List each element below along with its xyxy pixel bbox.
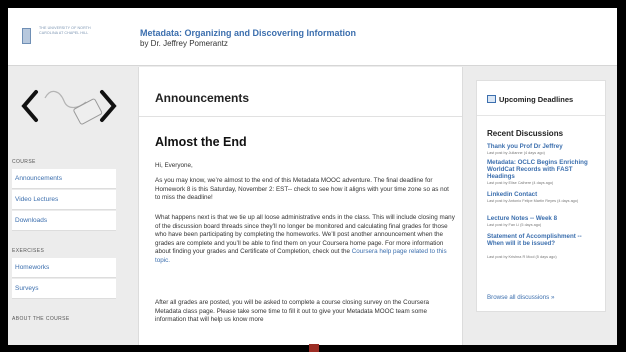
announcement-title: Almost the End: [155, 135, 247, 149]
calendar-icon: [487, 95, 496, 103]
course-header: The University of North Carolina at Chap…: [8, 8, 617, 66]
announcement-paragraph-1: As you may know, we’re almost to the end…: [155, 177, 449, 202]
sidebar-item-homeworks[interactable]: Homeworks: [12, 258, 116, 278]
browse-all-discussions-link[interactable]: Browse all discussions »: [487, 294, 554, 301]
discussion-meta: Last post by Elise Calhere (4 days ago): [487, 181, 554, 185]
discussion-meta: Last post by Antonio Felipe Martin Reyes…: [487, 199, 579, 203]
instructor-name: by Dr. Jeffrey Pomerantz: [140, 39, 228, 48]
course-title-link[interactable]: Metadata: Organizing and Discovering Inf…: [140, 28, 356, 38]
exercises-nav-heading: EXERCISES: [12, 248, 45, 254]
luggage-tag-icon: [73, 98, 103, 125]
sidebar-item-downloads[interactable]: Downloads: [12, 211, 116, 231]
coursera-course-page: The University of North Carolina at Chap…: [8, 8, 617, 345]
sidebar-item-surveys[interactable]: Surveys: [12, 279, 116, 299]
discussion-meta: Last post by Julianne (4 days ago): [487, 151, 545, 155]
right-angle-bracket-icon: [100, 90, 117, 122]
upcoming-deadlines-title: Upcoming Deadlines: [499, 95, 574, 104]
page-title: Announcements: [155, 91, 250, 105]
bottom-marker: [309, 344, 319, 352]
discussion-link-linkedin[interactable]: Linkedin Contact: [487, 191, 597, 198]
discussion-link-lecture-notes[interactable]: Lecture Notes -- Week 8: [487, 215, 597, 222]
announcements-content: Announcements Almost the End Hi, Everyon…: [138, 67, 463, 345]
sidebar-item-video-lectures[interactable]: Video Lectures: [12, 190, 116, 210]
about-course-nav-heading: ABOUT THE COURSE: [12, 316, 70, 322]
announcement-paragraph-2: What happens next is that we tie up all …: [155, 214, 455, 266]
announcement-paragraph-3: After all grades are posted, you will be…: [155, 299, 430, 324]
upcoming-deadlines-panel: Upcoming Deadlines: [477, 81, 605, 116]
discussion-meta: Last post by Fan Li (5 days ago): [487, 223, 542, 227]
right-sidebar: Upcoming Deadlines Recent Discussions Th…: [476, 80, 606, 312]
discussion-link-statement[interactable]: Statement of Accomplishment -- When will…: [487, 233, 597, 247]
discussion-link-oclc-fast[interactable]: Metadata: OCLC Begins Enriching WorldCat…: [487, 159, 597, 180]
university-logo-icon: [22, 28, 31, 44]
left-angle-bracket-icon: [21, 90, 38, 122]
content-header: Announcements: [139, 67, 462, 117]
university-name: The University of North Carolina at Chap…: [39, 26, 91, 35]
course-nav-heading: COURSE: [12, 159, 36, 165]
metadata-tag-illustration: [21, 90, 117, 125]
recent-discussions-title: Recent Discussions: [487, 129, 564, 138]
course-sidebar: COURSE Announcements Video Lectures Down…: [8, 67, 128, 345]
discussion-link-thank-you[interactable]: Thank you Prof Dr Jeffrey: [487, 143, 597, 150]
announcement-greeting: Hi, Everyone,: [155, 162, 193, 169]
discussion-meta: Last post by Krishna R Mool (5 days ago): [487, 255, 557, 259]
tag-string-icon: [44, 90, 87, 109]
sidebar-item-announcements[interactable]: Announcements: [12, 169, 116, 189]
